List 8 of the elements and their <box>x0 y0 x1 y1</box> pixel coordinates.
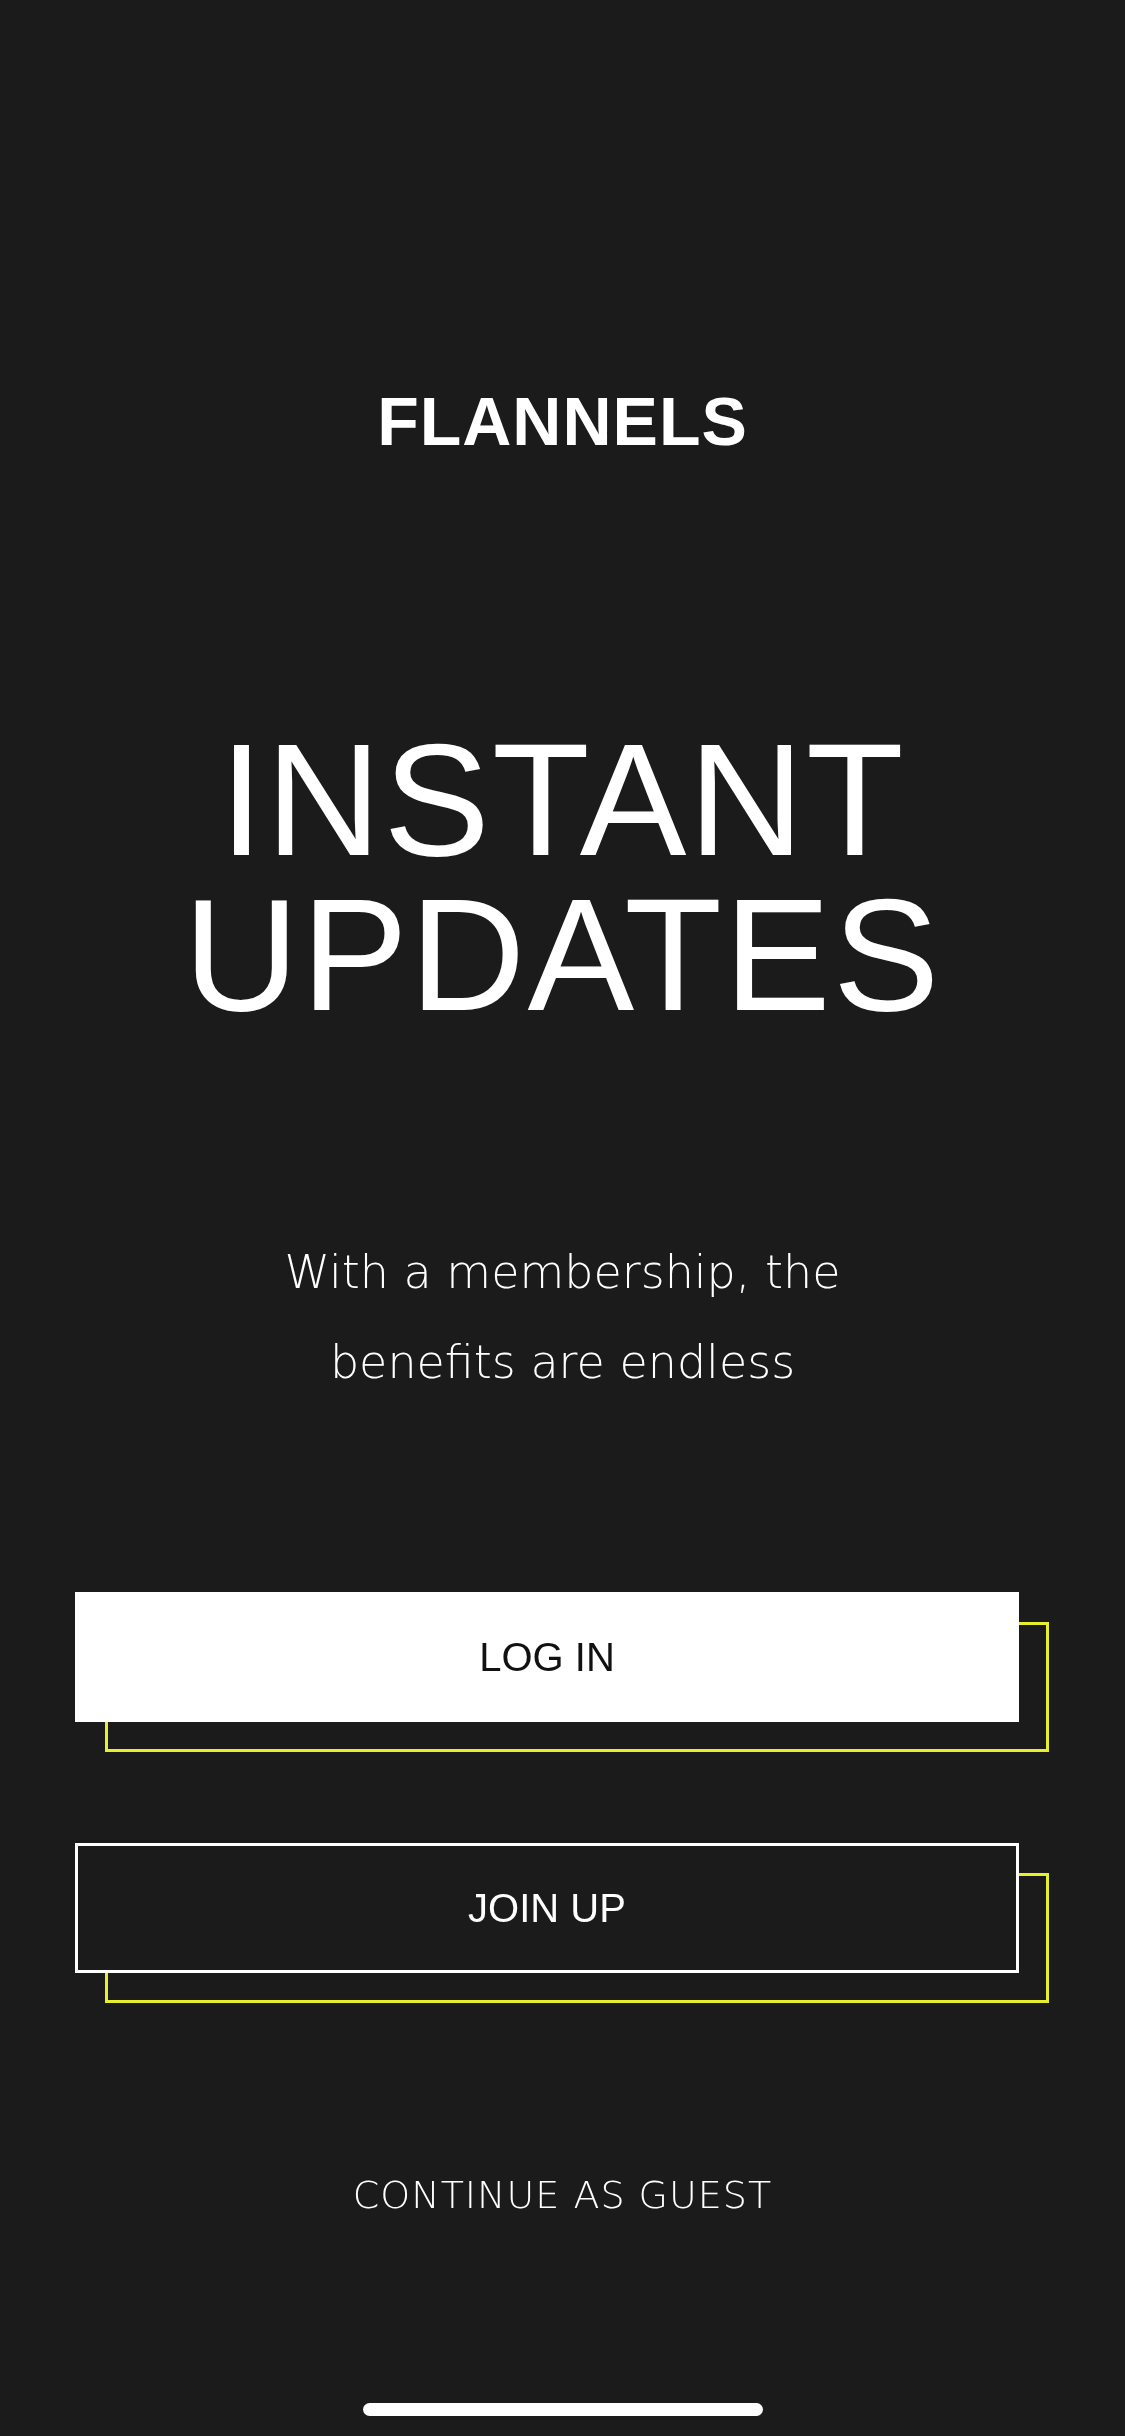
headline: INSTANT <box>219 722 906 877</box>
home-indicator[interactable] <box>362 2403 763 2416</box>
subtitle: With a membership, the benefits are endless <box>283 1244 842 1391</box>
headline: UPDATES <box>183 877 942 1032</box>
brand-logo: FLANNELS <box>377 385 748 457</box>
guest-link[interactable]: CONTINUE AS GUEST <box>352 2173 773 2217</box>
join-button[interactable]: JOIN UP <box>75 1843 1019 1973</box>
login-button[interactable]: LOG IN <box>75 1592 1019 1722</box>
